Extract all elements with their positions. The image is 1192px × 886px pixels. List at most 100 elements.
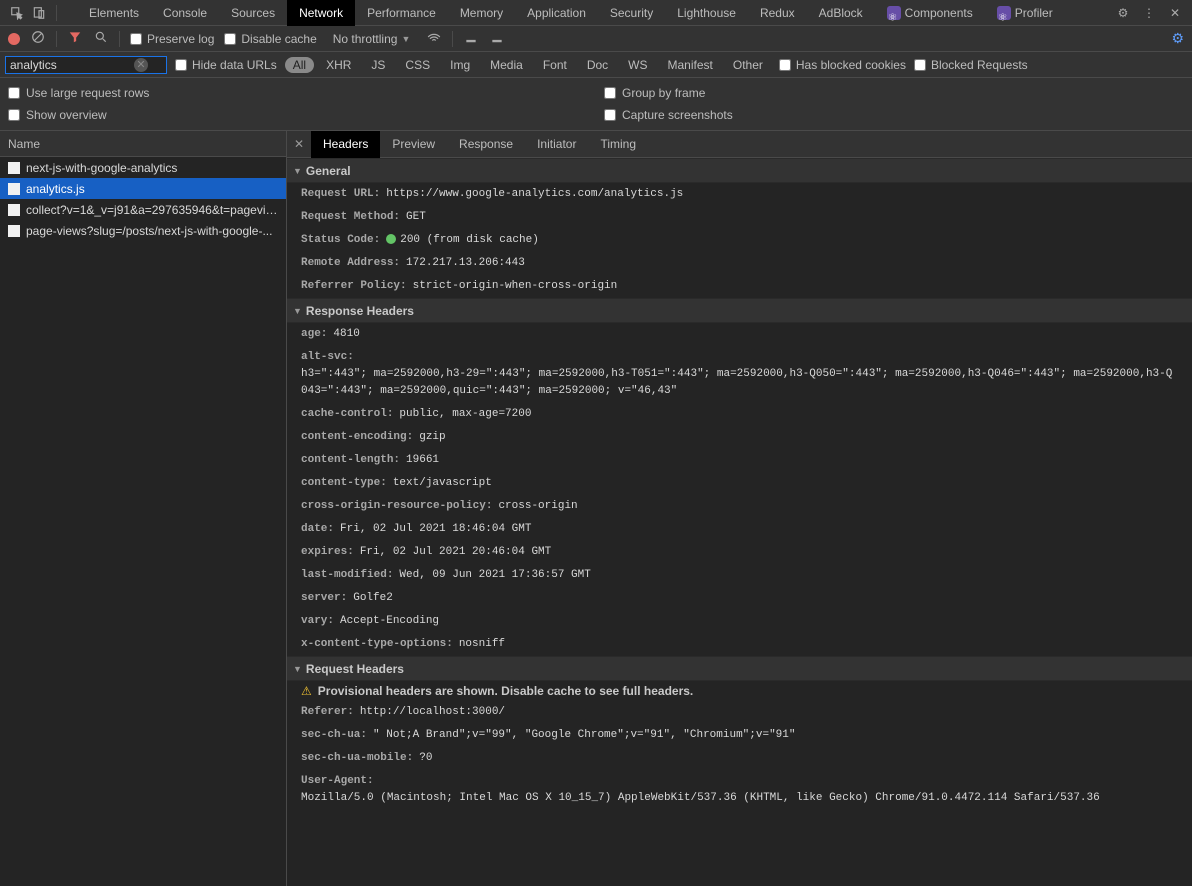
- header-row: cross-origin-resource-policy: cross-origi…: [287, 495, 1192, 518]
- network-settings-icon[interactable]: ⚙: [1171, 30, 1184, 47]
- filter-input[interactable]: [10, 58, 130, 72]
- type-filter-img[interactable]: Img: [442, 57, 478, 73]
- device-toolbar-icon[interactable]: [28, 2, 50, 24]
- import-icon[interactable]: [463, 30, 479, 47]
- preserve-log-checkbox[interactable]: Preserve log: [130, 32, 214, 46]
- panel-tab-profiler[interactable]: Profiler: [985, 0, 1065, 26]
- header-row: alt-svc:h3=":443"; ma=2592000,h3-29=":44…: [287, 346, 1192, 403]
- detail-tab-timing[interactable]: Timing: [588, 131, 648, 158]
- header-value: strict-origin-when-cross-origin: [413, 278, 618, 295]
- throttling-dropdown[interactable]: No throttling▼: [327, 32, 417, 46]
- hide-data-urls-checkbox[interactable]: Hide data URLs: [175, 58, 277, 72]
- header-key: Referrer Policy:: [301, 278, 407, 295]
- request-row[interactable]: page-views?slug=/posts/next-js-with-goog…: [0, 220, 286, 241]
- detail-tabs: ✕ HeadersPreviewResponseInitiatorTiming: [287, 131, 1192, 158]
- disclosure-triangle-icon: ▼: [293, 664, 302, 674]
- close-devtools-icon[interactable]: ✕: [1166, 6, 1184, 20]
- panel-tab-console[interactable]: Console: [151, 0, 219, 26]
- header-key: Remote Address:: [301, 255, 400, 272]
- name-column-header[interactable]: Name: [0, 131, 286, 157]
- type-filter-js[interactable]: JS: [363, 57, 393, 73]
- header-key: cross-origin-resource-policy:: [301, 498, 492, 515]
- disable-cache-checkbox[interactable]: Disable cache: [224, 32, 316, 46]
- request-row[interactable]: collect?v=1&_v=j91&a=297635946&t=pagevie…: [0, 199, 286, 220]
- type-filter-ws[interactable]: WS: [620, 57, 655, 73]
- type-filter-manifest[interactable]: Manifest: [660, 57, 721, 73]
- blocked-requests-checkbox[interactable]: Blocked Requests: [914, 58, 1028, 72]
- header-value: GET: [406, 209, 426, 226]
- status-ok-icon: [386, 234, 396, 244]
- panel-tab-elements[interactable]: Elements: [77, 0, 151, 26]
- settings-icon[interactable]: ⚙: [1114, 6, 1132, 20]
- close-detail-icon[interactable]: ✕: [287, 137, 311, 151]
- panel-tab-adblock[interactable]: AdBlock: [807, 0, 875, 26]
- panel-tab-sources[interactable]: Sources: [219, 0, 287, 26]
- request-row[interactable]: analytics.js: [0, 178, 286, 199]
- export-icon[interactable]: [489, 30, 505, 47]
- group-by-frame-checkbox[interactable]: Group by frame: [604, 82, 1184, 104]
- more-icon[interactable]: ⋮: [1140, 6, 1158, 20]
- panel-tab-memory[interactable]: Memory: [448, 0, 515, 26]
- header-value: Fri, 02 Jul 2021 18:46:04 GMT: [340, 521, 531, 538]
- clear-icon[interactable]: [30, 30, 46, 47]
- request-row[interactable]: next-js-with-google-analytics: [0, 157, 286, 178]
- filter-input-wrapper: ✕: [5, 56, 167, 74]
- inspect-element-icon[interactable]: [6, 2, 28, 24]
- panel-tab-application[interactable]: Application: [515, 0, 598, 26]
- request-name: analytics.js: [26, 182, 85, 196]
- network-conditions-icon[interactable]: [426, 30, 442, 47]
- show-overview-checkbox[interactable]: Show overview: [8, 104, 588, 126]
- header-row: Referrer Policy: strict-origin-when-cross…: [287, 275, 1192, 298]
- panel-tab-network[interactable]: Network: [287, 0, 355, 26]
- header-row: User-Agent:Mozilla/5.0 (Macintosh; Intel…: [287, 770, 1192, 810]
- filter-icon[interactable]: [67, 30, 83, 47]
- type-filter-media[interactable]: Media: [482, 57, 531, 73]
- search-icon[interactable]: [93, 30, 109, 47]
- header-key: Request Method:: [301, 209, 400, 226]
- type-filter-all[interactable]: All: [285, 57, 314, 73]
- header-row: content-length: 19661: [287, 449, 1192, 472]
- section-header[interactable]: ▼Response Headers: [287, 298, 1192, 323]
- panel-tab-redux[interactable]: Redux: [748, 0, 807, 26]
- record-button[interactable]: [8, 33, 20, 45]
- header-value: Accept-Encoding: [340, 613, 439, 630]
- clear-filter-icon[interactable]: ✕: [134, 58, 148, 72]
- header-value: http://localhost:3000/: [360, 704, 505, 721]
- panel-tab-components[interactable]: Components: [875, 0, 985, 26]
- header-row: sec-ch-ua-mobile:?0: [287, 747, 1192, 770]
- detail-tab-response[interactable]: Response: [447, 131, 525, 158]
- capture-screenshots-checkbox[interactable]: Capture screenshots: [604, 104, 1184, 126]
- detail-tab-initiator[interactable]: Initiator: [525, 131, 588, 158]
- react-icon: [887, 6, 901, 20]
- detail-tab-headers[interactable]: Headers: [311, 131, 380, 158]
- type-filter-css[interactable]: CSS: [397, 57, 438, 73]
- header-key: content-length:: [301, 452, 400, 469]
- section-header[interactable]: ▼Request Headers: [287, 656, 1192, 681]
- header-value: 19661: [406, 452, 439, 469]
- has-blocked-cookies-checkbox[interactable]: Has blocked cookies: [779, 58, 906, 72]
- header-key: Status Code:: [301, 232, 380, 249]
- header-key: vary:: [301, 613, 334, 630]
- file-icon: [8, 162, 20, 174]
- panel-tab-performance[interactable]: Performance: [355, 0, 448, 26]
- large-rows-checkbox[interactable]: Use large request rows: [8, 82, 588, 104]
- type-filter-doc[interactable]: Doc: [579, 57, 616, 73]
- header-value: cross-origin: [498, 498, 577, 515]
- section-header[interactable]: ▼General: [287, 158, 1192, 183]
- header-value: https://www.google-analytics.com/analyti…: [386, 186, 683, 203]
- header-row: vary: Accept-Encoding: [287, 610, 1192, 633]
- filter-bar: ✕ Hide data URLs AllXHRJSCSSImgMediaFont…: [0, 52, 1192, 78]
- separator: [452, 31, 453, 47]
- type-filter-font[interactable]: Font: [535, 57, 575, 73]
- type-filter-xhr[interactable]: XHR: [318, 57, 359, 73]
- header-key: User-Agent:: [301, 773, 374, 790]
- disclosure-triangle-icon: ▼: [293, 306, 302, 316]
- header-value: Golfe2: [353, 590, 393, 607]
- type-filter-other[interactable]: Other: [725, 57, 771, 73]
- panel-tab-security[interactable]: Security: [598, 0, 665, 26]
- header-row: sec-ch-ua:" Not;A Brand";v="99", "Google…: [287, 724, 1192, 747]
- panel-tab-lighthouse[interactable]: Lighthouse: [665, 0, 748, 26]
- header-row: Request Method: GET: [287, 206, 1192, 229]
- react-icon: [997, 6, 1011, 20]
- detail-tab-preview[interactable]: Preview: [380, 131, 447, 158]
